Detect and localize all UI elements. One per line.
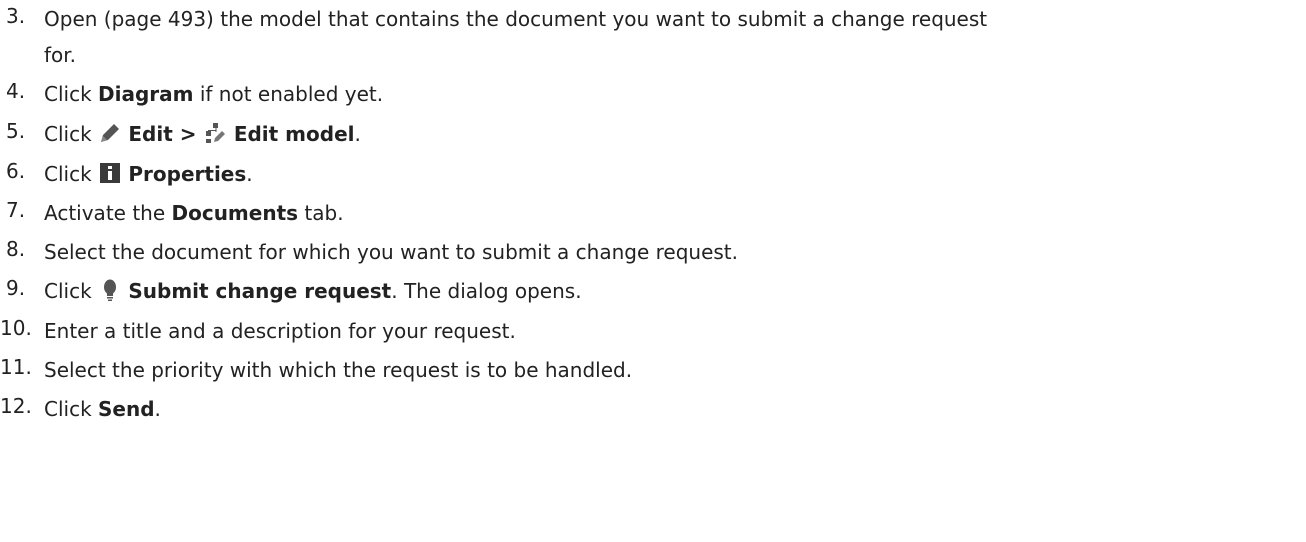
step-text: . The dialog opens. (391, 279, 582, 303)
step-text: Click (44, 82, 99, 106)
step-text: tab. (298, 201, 344, 225)
step-number: 8. (6, 237, 26, 261)
step-10: 10. Enter a title and a description for … (0, 316, 1306, 346)
instruction-steps: 3. Open (page 493) the model that contai… (0, 0, 1306, 421)
step-8: 8. Select the document for which you wan… (0, 237, 1306, 267)
step-text-continued: for. (44, 43, 77, 67)
step-11: 11. Select the priority with which the r… (0, 355, 1306, 385)
step-7: 7. Activate the Documents tab. (0, 198, 1306, 228)
step-9: 9. Click Submit change request. The dial… (0, 276, 1306, 306)
step-text: Select the priority with which the reque… (44, 358, 633, 382)
step-number: 12. (0, 394, 32, 418)
step-number: 10. (0, 316, 32, 340)
ui-label-edit-model: Edit model (233, 122, 355, 146)
step-number: 11. (0, 355, 32, 379)
lightbulb-icon (98, 278, 122, 302)
step-4: 4. Click Diagram if not enabled yet. (0, 79, 1306, 109)
step-text: Open (page 493) the model that contains … (44, 7, 988, 31)
info-icon (98, 162, 122, 184)
ui-label-submit-change-request: Submit change request (128, 279, 392, 303)
step-text: Click (44, 279, 99, 303)
edit-model-icon (203, 122, 227, 144)
step-number: 3. (6, 4, 26, 28)
step-5: 5. Click Edit > Edit model. (0, 119, 1306, 149)
ui-label-diagram: Diagram (98, 82, 194, 106)
ui-label-edit: Edit > (128, 122, 204, 146)
step-text: Click (44, 122, 99, 146)
step-text: if not enabled yet. (193, 82, 384, 106)
step-6: 6. Click Properties. (0, 159, 1306, 189)
step-text: . (354, 122, 361, 146)
step-text: . (154, 397, 161, 421)
ui-label-send: Send (98, 397, 155, 421)
step-number: 9. (6, 276, 26, 300)
step-text: Activate the (44, 201, 172, 225)
step-12: 12. Click Send. (0, 394, 1306, 424)
step-text: Click (44, 397, 99, 421)
step-number: 5. (6, 119, 26, 143)
ui-label-properties: Properties (128, 162, 247, 186)
step-text: Click (44, 162, 99, 186)
step-text: . (246, 162, 253, 186)
step-number: 7. (6, 198, 26, 222)
step-text: Select the document for which you want t… (44, 240, 738, 264)
ui-label-documents: Documents (171, 201, 299, 225)
step-3: 3. Open (page 493) the model that contai… (0, 4, 1306, 70)
step-text: Enter a title and a description for your… (44, 319, 516, 343)
step-number: 6. (6, 159, 26, 183)
pencil-icon (98, 122, 122, 144)
step-number: 4. (6, 79, 26, 103)
